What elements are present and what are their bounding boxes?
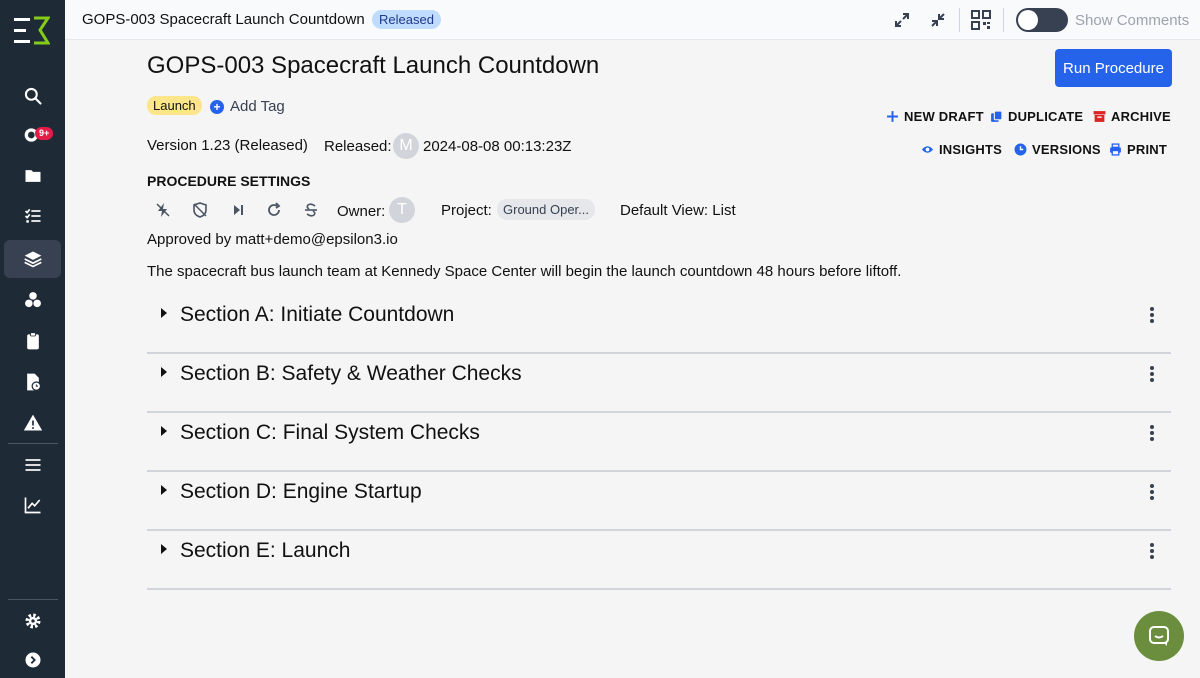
toolbar-separator (959, 8, 960, 32)
show-comments-label: Show Comments (1075, 12, 1190, 29)
lightning-off-icon[interactable] (153, 200, 173, 220)
toolbar-separator (1003, 8, 1004, 32)
plus-circle-icon: + (210, 99, 224, 114)
default-view-label: Default View: List (620, 202, 736, 219)
sidebar-divider (8, 599, 58, 600)
versions-button[interactable]: VERSIONS (1014, 142, 1101, 157)
section-b[interactable]: Section B: Safety & Weather Checks (147, 354, 1171, 413)
qr-code-icon[interactable] (970, 9, 992, 31)
section-title: Section B: Safety & Weather Checks (180, 362, 522, 385)
more-vertical-icon[interactable] (1147, 541, 1157, 561)
layers-icon[interactable] (4, 240, 61, 278)
sidebar-divider (8, 443, 58, 444)
more-vertical-icon[interactable] (1147, 482, 1157, 502)
search-icon[interactable] (4, 77, 61, 115)
section-title: Section C: Final System Checks (180, 421, 480, 444)
chat-bubble-icon (1149, 626, 1169, 646)
add-tag-button[interactable]: + Add Tag (210, 98, 285, 115)
owner-label: Owner: (337, 203, 386, 220)
notification-badge: 9+ (35, 127, 54, 140)
procedure-settings-title: PROCEDURE SETTINGS (147, 173, 311, 189)
archive-button[interactable]: ARCHIVE (1093, 109, 1171, 124)
page-title: GOPS-003 Spacecraft Launch Countdown (147, 52, 600, 79)
gear-icon[interactable] (4, 602, 61, 640)
duplicate-button[interactable]: DUPLICATE (990, 109, 1083, 124)
eye-icon (921, 146, 934, 153)
archive-box-icon (1093, 111, 1106, 122)
analytics-chart-icon[interactable] (4, 486, 61, 524)
default-view-key: Default View: (620, 202, 709, 219)
more-vertical-icon[interactable] (1147, 423, 1157, 443)
section-d[interactable]: Section D: Engine Startup (147, 472, 1171, 531)
owner-avatar: T (389, 197, 415, 223)
document-clock-icon[interactable] (4, 363, 61, 401)
duplicate-label: DUPLICATE (1008, 109, 1084, 124)
caret-right-icon[interactable] (161, 367, 167, 377)
collapse-arrows-icon[interactable] (927, 9, 949, 31)
released-label: Released: (324, 138, 392, 155)
clipboard-icon[interactable] (4, 322, 61, 360)
copy-icon (991, 110, 1003, 122)
print-button[interactable]: PRINT (1109, 142, 1167, 157)
warning-icon[interactable] (4, 404, 61, 442)
approved-by-text: Approved by matt+demo@epsilon3.io (147, 231, 398, 248)
new-draft-label: NEW DRAFT (904, 109, 984, 124)
more-vertical-icon[interactable] (1147, 364, 1157, 384)
project-label: Project: (441, 202, 492, 219)
strikethrough-icon[interactable] (301, 200, 321, 220)
skip-forward-icon[interactable] (228, 200, 248, 220)
tag-launch[interactable]: Launch (147, 96, 202, 115)
caret-right-icon[interactable] (161, 426, 167, 436)
versions-label: VERSIONS (1032, 142, 1101, 157)
printer-icon (1110, 143, 1121, 156)
section-title: Section E: Launch (180, 539, 351, 562)
epsilon3-logo[interactable] (14, 16, 50, 46)
more-vertical-icon[interactable] (1147, 305, 1157, 325)
released-date: 2024-08-08 00:13:23Z (423, 138, 572, 155)
list-icon[interactable] (4, 446, 61, 484)
archive-label: ARCHIVE (1111, 109, 1171, 124)
document-title: GOPS-003 Spacecraft Launch Countdown (82, 11, 365, 28)
section-title: Section D: Engine Startup (180, 480, 422, 503)
procedure-main: GOPS-003 Spacecraft Launch Countdown Run… (65, 40, 1200, 678)
show-comments-toggle[interactable] (1016, 8, 1068, 32)
chat-support-button[interactable] (1134, 611, 1184, 661)
add-tag-label: Add Tag (230, 98, 285, 115)
notifications-icon[interactable]: 9+ (4, 116, 61, 154)
redo-icon[interactable] (264, 200, 284, 220)
version-label: Version 1.23 (Released) (147, 137, 308, 154)
section-title: Section A: Initiate Countdown (180, 303, 455, 326)
expand-arrows-icon[interactable] (891, 9, 913, 31)
avatar: M (393, 133, 419, 159)
procedure-description: The spacecraft bus launch team at Kenned… (147, 263, 902, 280)
section-a[interactable]: Section A: Initiate Countdown (147, 295, 1171, 354)
insights-button[interactable]: INSIGHTS (921, 142, 1002, 157)
top-bar: GOPS-003 Spacecraft Launch Countdown Rel… (65, 0, 1200, 40)
status-badge: Released (372, 10, 441, 29)
run-procedure-button[interactable]: Run Procedure (1055, 49, 1172, 87)
cubes-icon[interactable] (4, 281, 61, 319)
caret-right-icon[interactable] (161, 485, 167, 495)
clock-icon (1014, 143, 1027, 156)
project-pill[interactable]: Ground Oper... (497, 199, 595, 220)
toggle-knob (1018, 10, 1038, 30)
section-c[interactable]: Section C: Final System Checks (147, 413, 1171, 472)
section-e[interactable]: Section E: Launch (147, 531, 1171, 590)
new-draft-button[interactable]: NEW DRAFT (886, 109, 984, 124)
print-label: PRINT (1127, 142, 1167, 157)
expand-sidebar-icon[interactable] (4, 641, 61, 678)
insights-label: INSIGHTS (939, 142, 1002, 157)
shield-off-icon[interactable] (190, 200, 210, 220)
default-view-value: List (712, 202, 736, 219)
checklist-icon[interactable] (4, 197, 61, 235)
folder-icon[interactable] (4, 157, 61, 195)
caret-right-icon[interactable] (161, 308, 167, 318)
sidebar: 9+ (0, 0, 65, 678)
caret-right-icon[interactable] (161, 544, 167, 554)
plus-icon (887, 111, 898, 122)
